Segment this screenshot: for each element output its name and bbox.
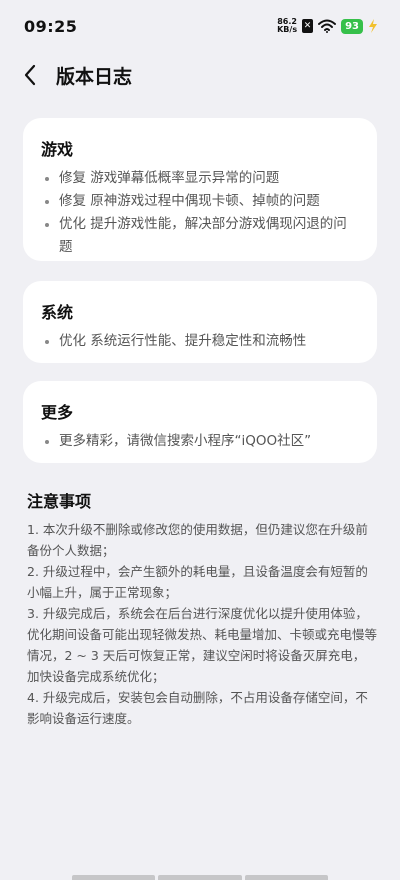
status-time: 09:25 [24, 16, 78, 36]
section-title: 更多 [41, 403, 74, 422]
network-speed-unit: KB/s [277, 25, 298, 34]
note-item: 1. 本次升级不删除或修改您的使用数据，但仍建议您在升级前备份个人数据； [27, 522, 368, 558]
notes-section: 注意事项 1. 本次升级不删除或修改您的使用数据，但仍建议您在升级前备份个人数据… [27, 488, 377, 729]
section-card-more: 更多 更多精彩，请微信搜索小程序“iQOO社区” [23, 381, 377, 463]
list-item: 优化 系统运行性能、提升稳定性和流畅性 [41, 330, 359, 353]
status-bar: 09:25 86.2 KB/s ✕ 93 [0, 0, 400, 52]
sim-icon: ✕ [302, 19, 314, 33]
section-card-games: 游戏 修复 游戏弹幕低概率显示异常的问题 修复 原神游戏过程中偶现卡顿、掉帧的问… [23, 118, 377, 261]
note-item: 3. 升级完成后，系统会在后台进行深度优化以提升使用体验，优化期间设备可能出现轻… [27, 606, 378, 684]
chevron-left-icon [24, 64, 36, 86]
section-title: 系统 [41, 303, 74, 322]
note-item: 2. 升级过程中，会产生额外的耗电量，且设备温度会有短暂的小幅上升，属于正常现象… [27, 564, 368, 600]
back-button[interactable] [10, 55, 50, 95]
battery-icon: 93 [341, 18, 363, 34]
note-item: 4. 升级完成后，安装包会自动删除，不占用设备存储空间，不影响设备运行速度。 [27, 690, 368, 726]
section-list: 更多精彩，请微信搜索小程序“iQOO社区” [41, 430, 359, 453]
section-list: 修复 游戏弹幕低概率显示异常的问题 修复 原神游戏过程中偶现卡顿、掉帧的问题 优… [41, 167, 359, 259]
section-card-system: 系统 优化 系统运行性能、提升稳定性和流畅性 [23, 281, 377, 363]
list-item: 修复 原神游戏过程中偶现卡顿、掉帧的问题 [41, 190, 359, 213]
notes-title: 注意事项 [27, 492, 92, 511]
wifi-icon [318, 19, 337, 33]
charging-icon [369, 19, 377, 33]
network-speed: 86.2 KB/s [277, 18, 297, 34]
list-item: 更多精彩，请微信搜索小程序“iQOO社区” [41, 430, 359, 453]
home-indicator[interactable] [72, 875, 328, 880]
header: 版本日志 [0, 52, 400, 98]
list-item: 修复 游戏弹幕低概率显示异常的问题 [41, 167, 359, 190]
section-list: 优化 系统运行性能、提升稳定性和流畅性 [41, 330, 359, 353]
list-item: 优化 提升游戏性能，解决部分游戏偶现闪退的问题 [41, 213, 359, 259]
page-title: 版本日志 [56, 65, 133, 88]
section-title: 游戏 [41, 140, 74, 159]
status-icons: 86.2 KB/s ✕ 93 [277, 18, 378, 34]
